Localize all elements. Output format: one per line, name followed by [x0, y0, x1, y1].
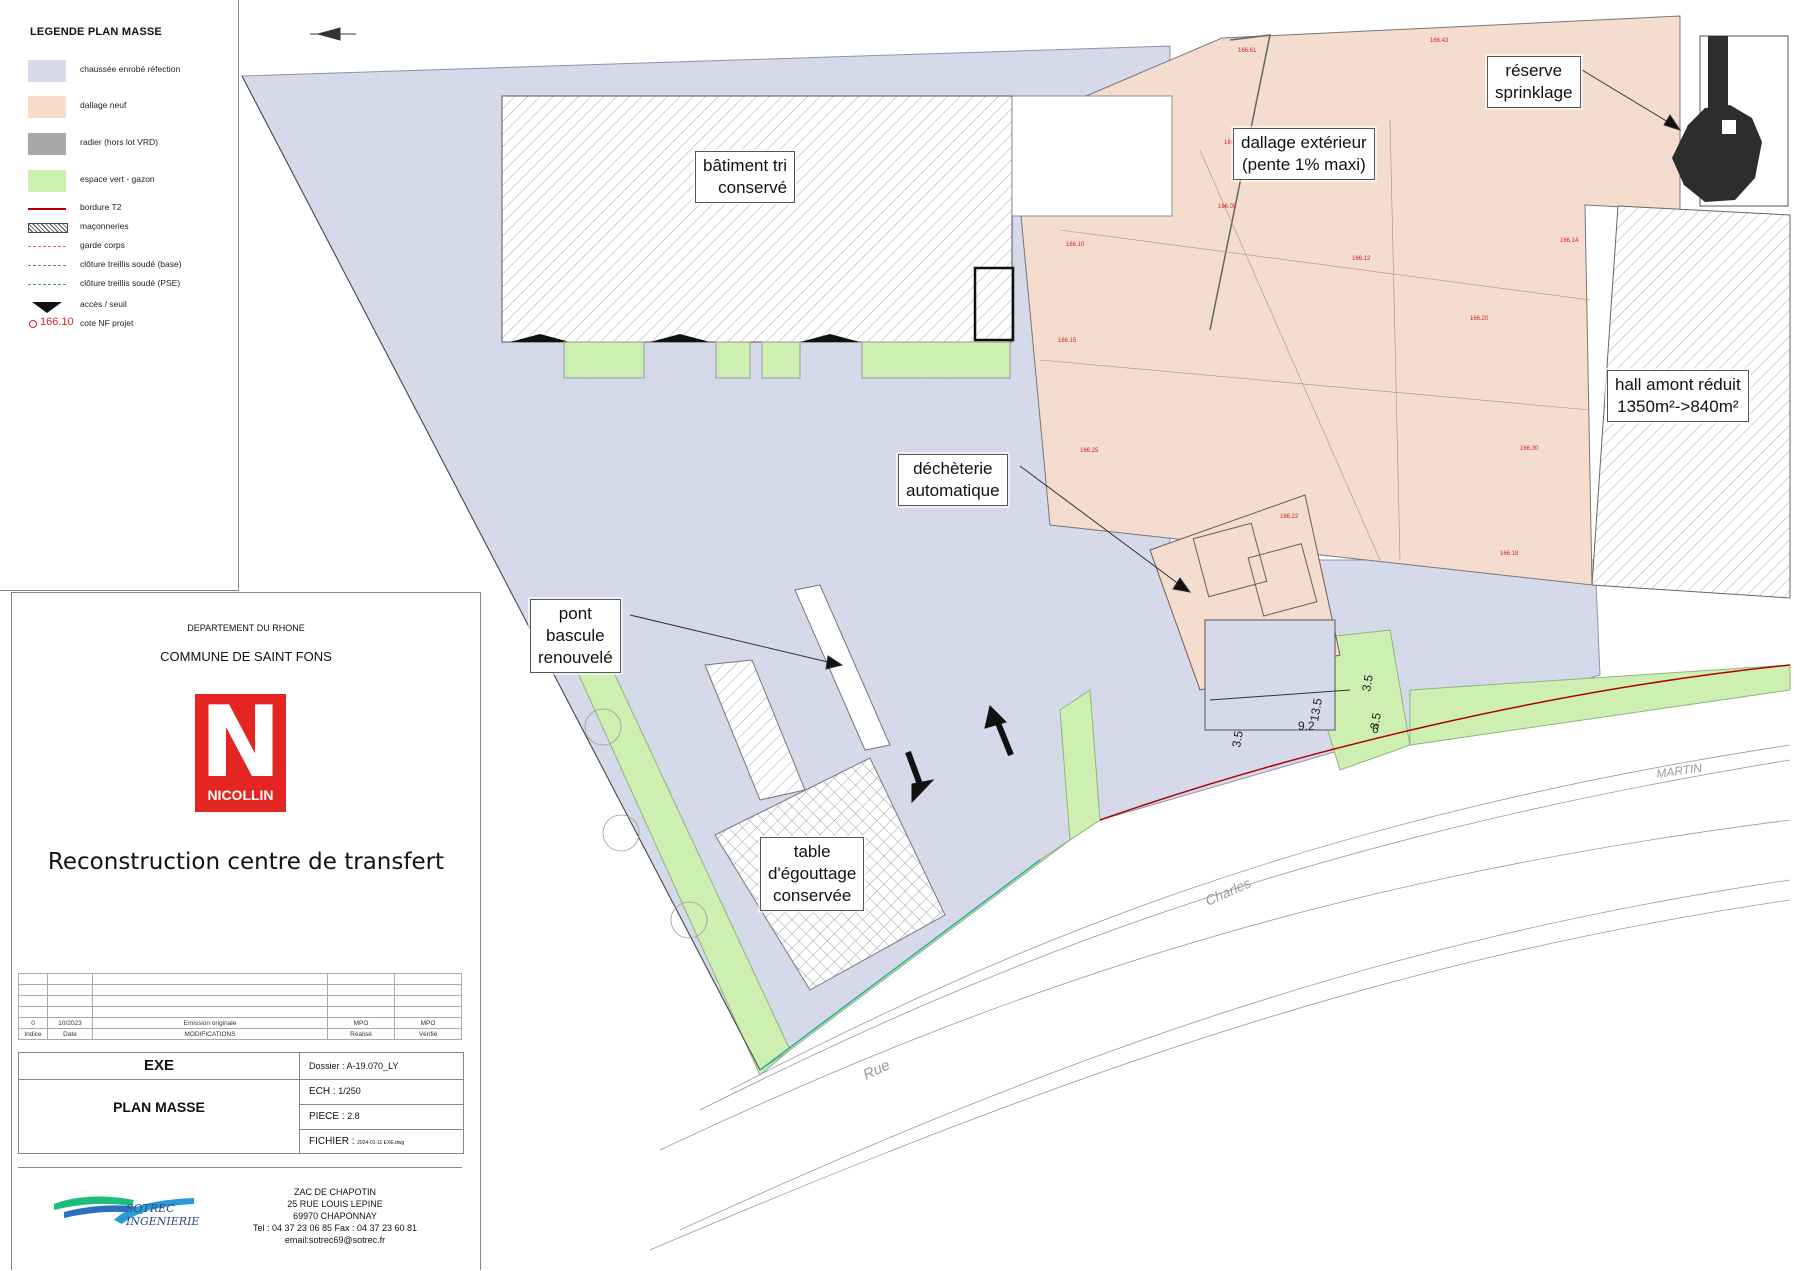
drawing-info: EXE PLAN MASSE Dossier : A-19.070_LY ECH… — [18, 1052, 464, 1154]
line-sample — [28, 284, 66, 285]
department: DEPARTEMENT DU RHONE — [187, 623, 305, 633]
line-sample — [28, 265, 66, 266]
label-decheterie: déchèterie automatique — [898, 454, 1008, 506]
label-pont-bascule: pont bascule renouvelé — [530, 599, 621, 673]
label-batiment-tri: bâtiment tri conservé — [695, 151, 796, 203]
swatch — [28, 133, 66, 155]
level-mark: 166.43 — [1430, 38, 1449, 44]
revision-header: Indice Date MODIFICATIONS Réalisé Vérifi… — [18, 1028, 462, 1040]
legend-level-value: 166.10 — [40, 316, 74, 328]
level-mark: 166.05 — [1218, 204, 1237, 210]
swatch — [28, 96, 66, 118]
level-mark: 166.18 — [1500, 551, 1519, 557]
level-mark: 166.25 — [1080, 448, 1099, 454]
legend-item-cote: 166.10 cote NF projet — [28, 314, 233, 336]
legend-label: bordure T2 — [80, 202, 122, 212]
level-mark: 166.10 — [1066, 242, 1085, 248]
level-mark: 166.12 — [1352, 256, 1371, 262]
level-mark: 166.20 — [1470, 316, 1489, 322]
swatch — [28, 223, 68, 233]
line-sample — [28, 208, 66, 210]
legend-title: LEGENDE PLAN MASSE — [30, 26, 162, 38]
legend-item-radier: radier (hors lot VRD) — [28, 133, 233, 155]
legend-label: accès / seuil — [80, 299, 127, 309]
title-block: DEPARTEMENT DU RHONE COMMUNE DE SAINT FO… — [11, 592, 481, 1270]
label-dallage-exterieur: dallage extérieur (pente 1% maxi) — [1233, 128, 1375, 180]
legend-label: dallage neuf — [80, 100, 127, 110]
level-mark: 166.22 — [1280, 514, 1299, 520]
legend-label: maçonneries — [80, 221, 129, 231]
drawing-title: PLAN MASSE — [113, 1099, 205, 1115]
legend-label: espace vert - gazon — [80, 174, 155, 184]
dim-label: 3.5 — [1359, 673, 1376, 692]
street-name-rue: Rue — [861, 1057, 893, 1084]
phase: EXE — [143, 1057, 174, 1074]
label-table-egouttage: table d'égouttage conservée — [760, 837, 865, 911]
echelle: ECH : 1/250 — [309, 1086, 361, 1097]
legend-item-dallage: dallage neuf — [28, 96, 233, 118]
logo-text: NICOLLIN — [207, 787, 274, 803]
level-mark: 166.61 — [1238, 48, 1257, 54]
legend-label: clôture treillis soudé (base) — [80, 259, 182, 269]
level-mark: 166.14 — [1560, 238, 1579, 244]
revision-table: 0 10/2023 Emission originale MPO MPO Ind… — [18, 973, 462, 1040]
fichier: FICHIER : 2024-01-11 EXE.dwg — [309, 1136, 405, 1147]
legend-label: cote NF projet — [80, 318, 134, 328]
legend-panel: LEGENDE PLAN MASSE chaussée enrobé réfec… — [0, 0, 239, 591]
company-address: ZAC DE CHAPOTIN 25 RUE LOUIS LEPINE 6997… — [252, 1187, 418, 1245]
legend-label: clôture treillis soudé (PSE) — [80, 278, 181, 288]
company-footer: SOTREC INGENIERIE ZAC DE CHAPOTIN 25 RUE… — [18, 1167, 462, 1271]
north-arrow-icon — [310, 27, 356, 41]
logo-letter: N — [199, 686, 282, 800]
legend-label: radier (hors lot VRD) — [80, 137, 158, 147]
legend-item-espace-vert: espace vert - gazon — [28, 170, 233, 192]
sprinkler-tank — [1672, 35, 1789, 207]
batiment-tri — [501, 95, 1013, 343]
street-name-charles: Charles — [1203, 874, 1254, 908]
swatch — [28, 170, 66, 192]
label-reserve-sprinklage: réserve sprinklage — [1487, 56, 1581, 108]
piece: PIECE : 2.8 — [309, 1111, 360, 1122]
dossier: Dossier : A-19.070_LY — [309, 1061, 399, 1071]
company-name: SOTREC INGENIERIE — [126, 1202, 200, 1228]
revision-row: 0 10/2023 Emission originale MPO MPO — [18, 1017, 462, 1029]
legend-label: chaussée enrobé réfection — [80, 64, 181, 74]
nicollin-logo: N NICOLLIN — [195, 694, 286, 812]
dim-label: 6 — [1372, 722, 1379, 736]
dim-label: 9.2 — [1298, 719, 1315, 733]
legend-label: garde corps — [80, 240, 125, 250]
legend-item-chaussee: chaussée enrobé réfection — [28, 60, 233, 82]
level-mark: 166.30 — [1520, 446, 1539, 452]
dim-label: 3.5 — [1229, 729, 1246, 748]
project-title: Reconstruction centre de transfert — [47, 849, 445, 875]
label-hall-amont: hall amont réduit 1350m²->840m² — [1607, 370, 1749, 422]
legend-item-cloture-pse: clôture treillis soudé (PSE) — [28, 274, 233, 296]
level-marker-icon — [29, 320, 37, 328]
line-sample — [28, 246, 66, 247]
level-mark: 166.15 — [1058, 338, 1077, 344]
commune: COMMUNE DE SAINT FONS — [160, 649, 332, 664]
swatch — [28, 60, 66, 82]
street-name-martin: MARTIN — [1655, 761, 1703, 781]
